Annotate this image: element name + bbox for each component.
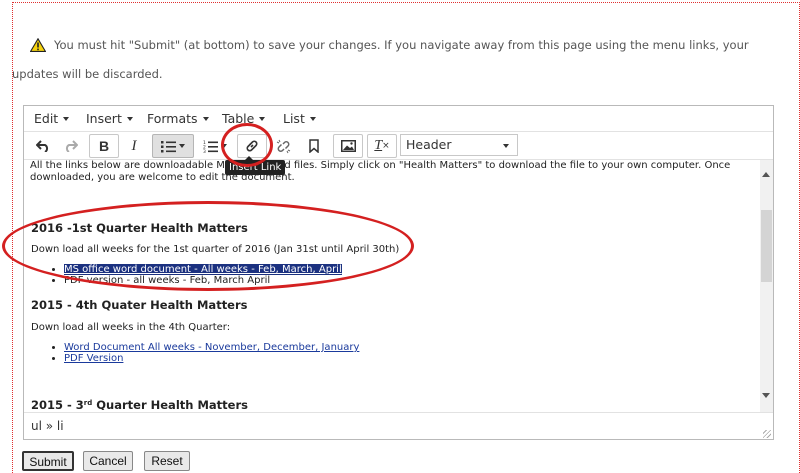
chevron-down-icon bbox=[503, 144, 509, 148]
unlink-icon bbox=[276, 139, 290, 153]
undo-icon bbox=[36, 140, 49, 152]
rich-text-editor: Edit Insert Formats Table List B I 123 T… bbox=[23, 105, 774, 440]
intro-text: All the links below are downloadable Mic… bbox=[30, 160, 731, 183]
editor-scrollbar[interactable] bbox=[760, 160, 773, 412]
redo-icon bbox=[65, 140, 78, 152]
word-doc-link-2016[interactable]: MS office word document - All weeks - Fe… bbox=[64, 264, 342, 275]
numbered-list-icon: 123 bbox=[203, 140, 218, 153]
list-item: PDF Version bbox=[64, 353, 359, 364]
insert-link-button[interactable] bbox=[237, 134, 267, 158]
chevron-down-icon bbox=[179, 144, 185, 148]
editor-toolbar: B I 123 T × Header bbox=[24, 132, 773, 160]
section-title-2015-q3: 2015 - 3rd Quarter Health Matters bbox=[31, 398, 248, 410]
bold-button[interactable]: B bbox=[89, 134, 119, 158]
warning-message: You must hit "Submit" (at bottom) to sav… bbox=[12, 32, 792, 87]
menu-table[interactable]: Table bbox=[222, 106, 266, 131]
svg-text:3: 3 bbox=[203, 149, 206, 153]
menu-insert[interactable]: Insert bbox=[86, 106, 133, 131]
bookmark-icon bbox=[309, 139, 319, 153]
resize-grip-icon[interactable] bbox=[763, 430, 771, 438]
scroll-thumb[interactable] bbox=[761, 210, 772, 282]
chevron-down-icon bbox=[126, 117, 133, 121]
list-item: PDF version - all weeks - Feb, March Apr… bbox=[64, 275, 342, 286]
warning-text: You must hit "Submit" (at bottom) to sav… bbox=[12, 38, 749, 81]
submit-button[interactable]: Submit bbox=[22, 451, 74, 471]
clear-formatting-button[interactable]: T × bbox=[367, 134, 397, 158]
section-text-2015-q4: Down load all weeks in the 4th Quarter: bbox=[31, 322, 231, 333]
chevron-down-icon bbox=[221, 144, 227, 148]
numbered-list-button[interactable]: 123 bbox=[197, 134, 233, 158]
image-icon bbox=[340, 140, 356, 152]
italic-button[interactable]: I bbox=[121, 134, 147, 158]
redo-button[interactable] bbox=[58, 134, 84, 158]
bullet-list-button[interactable] bbox=[152, 134, 194, 158]
link-list-2015-q4: Word Document All weeks - November, Dece… bbox=[44, 342, 359, 364]
element-path[interactable]: ul » li bbox=[31, 413, 64, 439]
undo-button[interactable] bbox=[30, 134, 56, 158]
reset-button[interactable]: Reset bbox=[144, 451, 190, 471]
editor-statusbar: ul » li bbox=[24, 412, 773, 440]
section-text-2016-q1: Down load all weeks for the 1st quarter … bbox=[31, 244, 400, 255]
warning-icon bbox=[29, 35, 47, 61]
chevron-down-icon bbox=[259, 117, 266, 121]
editor-content[interactable]: All the links below are downloadable Mic… bbox=[24, 160, 760, 410]
chevron-down-icon bbox=[63, 117, 70, 121]
link-list-2016-q1: MS office word document - All weeks - Fe… bbox=[44, 264, 342, 286]
pdf-version-text-2016: PDF version - all weeks - Feb, March Apr… bbox=[64, 275, 271, 286]
section-title-2015-q4: 2015 - 4th Quater Health Matters bbox=[31, 298, 248, 312]
remove-link-button[interactable] bbox=[269, 134, 297, 158]
chevron-down-icon bbox=[309, 117, 316, 121]
editor-menubar: Edit Insert Formats Table List bbox=[24, 106, 773, 132]
bullet-list-icon bbox=[161, 140, 176, 152]
scroll-down-arrow-icon[interactable] bbox=[762, 393, 770, 398]
word-doc-link-2015[interactable]: Word Document All weeks - November, Dece… bbox=[64, 342, 359, 353]
link-icon bbox=[246, 140, 258, 152]
chevron-down-icon bbox=[202, 117, 209, 121]
cancel-button[interactable]: Cancel bbox=[83, 451, 133, 471]
menu-formats[interactable]: Formats bbox=[147, 106, 209, 131]
pdf-version-link-2015[interactable]: PDF Version bbox=[64, 353, 123, 364]
scroll-up-arrow-icon[interactable] bbox=[762, 172, 770, 177]
insert-image-button[interactable] bbox=[333, 134, 363, 158]
clear-format-icon: T bbox=[374, 138, 383, 153]
section-title-2016-q1: 2016 -1st Quarter Health Matters bbox=[31, 221, 248, 235]
menu-edit[interactable]: Edit bbox=[34, 106, 70, 131]
menu-list[interactable]: List bbox=[283, 106, 316, 131]
list-item: Word Document All weeks - November, Dece… bbox=[64, 342, 359, 353]
list-item: MS office word document - All weeks - Fe… bbox=[64, 264, 342, 275]
block-format-select[interactable]: Header bbox=[400, 134, 518, 156]
insert-link-tooltip: Insert Link bbox=[225, 156, 286, 175]
bookmark-button[interactable] bbox=[301, 134, 327, 158]
